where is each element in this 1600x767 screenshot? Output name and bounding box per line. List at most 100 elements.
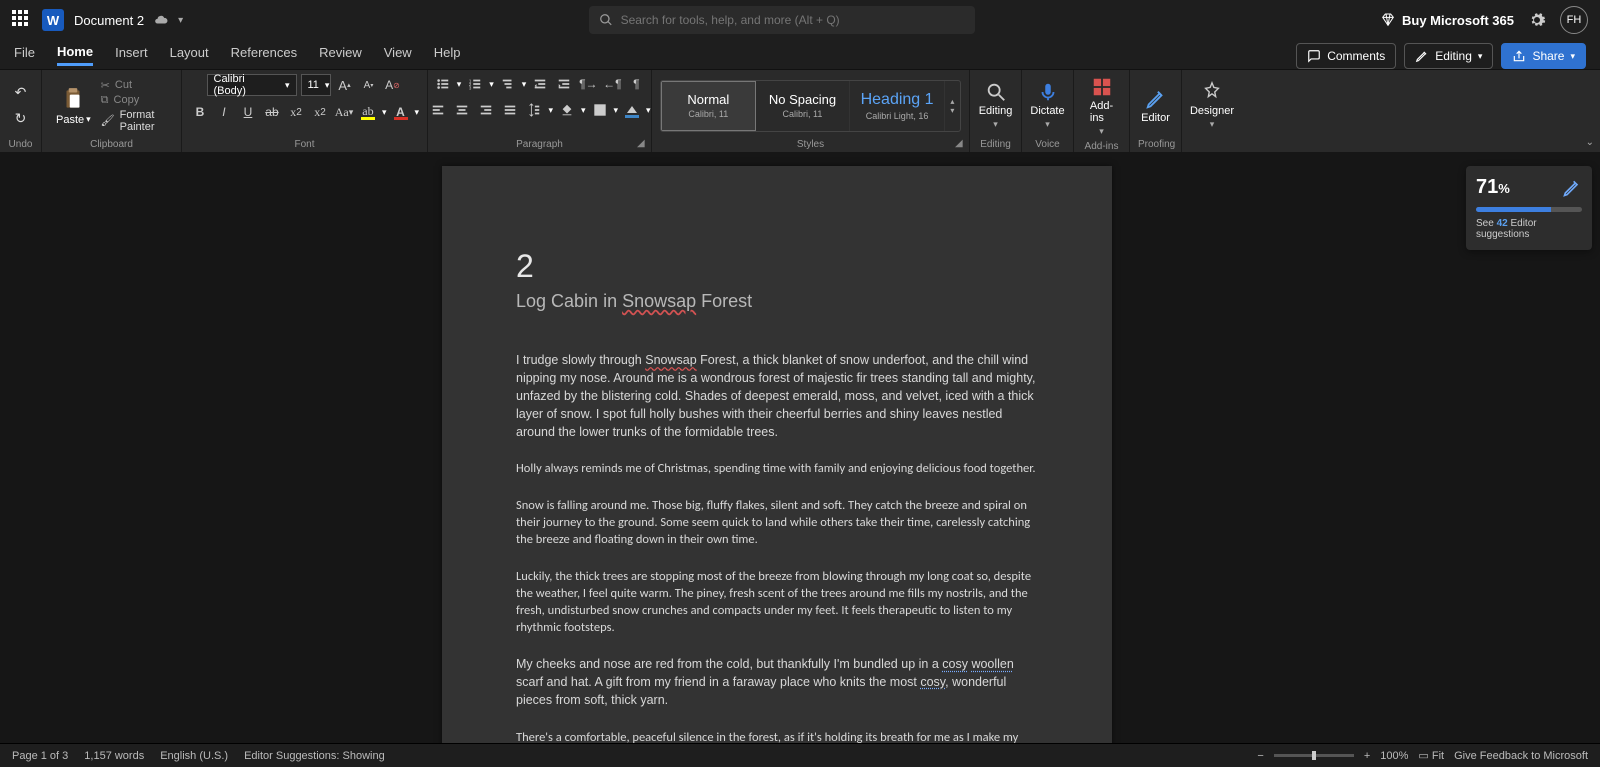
fit-button[interactable]: ▭ Fit <box>1418 749 1444 762</box>
redo-button[interactable]: ↻ <box>9 108 33 130</box>
paste-icon <box>60 86 86 112</box>
status-wordcount[interactable]: 1,157 words <box>84 750 144 762</box>
addins-button[interactable]: Add-ins ▾ <box>1080 74 1123 139</box>
share-button[interactable]: Share ▾ <box>1501 43 1586 69</box>
status-language[interactable]: English (U.S.) <box>160 750 228 762</box>
zoom-in-button[interactable]: + <box>1364 750 1370 762</box>
group-label-voice: Voice <box>1030 137 1065 150</box>
multilevel-list-button[interactable] <box>498 74 518 94</box>
undo-button[interactable]: ↶ <box>9 82 33 104</box>
align-left-button[interactable] <box>428 100 448 120</box>
borders-button[interactable] <box>590 100 610 120</box>
rtl-button[interactable]: ←¶ <box>602 74 622 94</box>
highlight-chevron-icon[interactable]: ▾ <box>382 107 387 118</box>
page[interactable]: 2 Log Cabin in Snowsap Forest I trudge s… <box>442 166 1112 743</box>
status-page[interactable]: Page 1 of 3 <box>12 750 68 762</box>
search-bar[interactable] <box>589 6 975 34</box>
change-case-button[interactable]: Aa▾ <box>334 102 354 122</box>
ribbon-collapse-button[interactable]: ⌄ <box>1586 137 1594 148</box>
chev-icon[interactable]: ▾ <box>522 79 527 90</box>
designer-button[interactable]: Designer ▾ <box>1180 79 1244 132</box>
bold-button[interactable]: B <box>190 102 210 122</box>
zoom-slider[interactable] <box>1274 754 1354 757</box>
ltr-button[interactable]: ¶→ <box>578 74 598 94</box>
brush-icon: 🖌 <box>101 114 115 127</box>
editing-find-button[interactable]: Editing ▾ <box>969 79 1023 132</box>
tab-help[interactable]: Help <box>434 45 461 64</box>
tab-review[interactable]: Review <box>319 45 362 64</box>
editor-score-card[interactable]: 71% See 42 Editor suggestions <box>1466 166 1592 250</box>
subscript-button[interactable]: x2 <box>286 102 306 122</box>
font-name-select[interactable]: Calibri (Body)▾ <box>207 74 297 96</box>
align-center-button[interactable] <box>452 100 472 120</box>
buy-microsoft-365-button[interactable]: Buy Microsoft 365 <box>1380 12 1514 28</box>
document-title[interactable]: Document 2 <box>74 13 144 28</box>
styles-expand-button[interactable]: ▴▾ <box>945 97 960 115</box>
group-empty <box>1190 137 1234 150</box>
style-normal[interactable]: Normal Calibri, 11 <box>661 81 756 131</box>
font-size-select[interactable]: 11▾ <box>301 74 331 96</box>
chev-icon[interactable]: ▾ <box>548 105 553 116</box>
underline-button[interactable]: U <box>238 102 258 122</box>
microphone-icon <box>1037 81 1059 103</box>
line-spacing-button[interactable] <box>524 100 544 120</box>
style-heading-1[interactable]: Heading 1 Calibri Light, 16 <box>850 81 945 131</box>
app-launcher-icon[interactable] <box>12 10 32 30</box>
tab-references[interactable]: References <box>231 45 297 64</box>
justify-button[interactable] <box>500 100 520 120</box>
format-painter-button[interactable]: 🖌Format Painter <box>101 109 173 133</box>
show-marks-button[interactable]: ¶ <box>626 74 646 94</box>
copy-label: Copy <box>114 94 140 106</box>
buy-label: Buy Microsoft 365 <box>1402 13 1514 28</box>
copy-button[interactable]: ⧉Copy <box>101 94 173 107</box>
tab-view[interactable]: View <box>384 45 412 64</box>
style-sub: Calibri, 11 <box>783 109 823 119</box>
document-canvas[interactable]: 2 Log Cabin in Snowsap Forest I trudge s… <box>0 152 1600 743</box>
strikethrough-button[interactable]: ab <box>262 102 282 122</box>
editor-button[interactable]: Editor <box>1131 86 1180 126</box>
increase-indent-button[interactable] <box>554 74 574 94</box>
shrink-font-button[interactable]: A▾ <box>359 75 379 95</box>
feedback-link[interactable]: Give Feedback to Microsoft <box>1454 750 1588 762</box>
search-input[interactable] <box>621 13 965 27</box>
paragraph-dialog-launcher[interactable]: ◢ <box>637 138 647 148</box>
font-color-button[interactable]: A <box>391 102 411 122</box>
status-editor-suggestions[interactable]: Editor Suggestions: Showing <box>244 750 385 762</box>
chev-icon[interactable]: ▾ <box>581 105 586 116</box>
superscript-button[interactable]: x2 <box>310 102 330 122</box>
font-color-chevron-icon[interactable]: ▾ <box>415 107 420 118</box>
italic-button[interactable]: I <box>214 102 234 122</box>
editing-mode-button[interactable]: Editing ▾ <box>1404 43 1493 69</box>
font-name-value: Calibri (Body) <box>214 73 279 97</box>
clear-formatting-button[interactable]: A⊘ <box>383 75 403 95</box>
border-color-button[interactable] <box>622 100 642 120</box>
chev-icon[interactable]: ▾ <box>614 105 619 116</box>
tab-insert[interactable]: Insert <box>115 45 148 64</box>
zoom-out-button[interactable]: − <box>1257 750 1263 762</box>
body-paragraph: Holly always reminds me of Christmas, sp… <box>516 461 1038 478</box>
style-no-spacing[interactable]: No Spacing Calibri, 11 <box>756 81 851 131</box>
tab-layout[interactable]: Layout <box>170 45 209 64</box>
bullets-button[interactable] <box>433 74 453 94</box>
zoom-level[interactable]: 100% <box>1380 750 1408 762</box>
group-label-undo: Undo <box>8 137 33 150</box>
settings-gear-icon[interactable] <box>1528 11 1546 29</box>
grow-font-button[interactable]: A▴ <box>335 75 355 95</box>
user-avatar[interactable]: FH <box>1560 6 1588 34</box>
chev-icon[interactable]: ▾ <box>457 79 462 90</box>
decrease-indent-button[interactable] <box>530 74 550 94</box>
cut-button[interactable]: ✂Cut <box>101 79 173 92</box>
chev-icon[interactable]: ▾ <box>646 105 651 116</box>
tab-file[interactable]: File <box>14 45 35 64</box>
paste-button[interactable]: Paste ▾ <box>50 84 97 128</box>
styles-dialog-launcher[interactable]: ◢ <box>955 138 965 148</box>
shading-button[interactable] <box>557 100 577 120</box>
numbering-button[interactable]: 123 <box>465 74 485 94</box>
dictate-button[interactable]: Dictate ▾ <box>1020 79 1074 132</box>
tab-home[interactable]: Home <box>57 44 93 66</box>
chevron-down-icon: ▾ <box>1570 51 1575 62</box>
chev-icon[interactable]: ▾ <box>489 79 494 90</box>
highlight-color-button[interactable]: ab <box>358 102 378 122</box>
align-right-button[interactable] <box>476 100 496 120</box>
comments-button[interactable]: Comments <box>1296 43 1396 69</box>
